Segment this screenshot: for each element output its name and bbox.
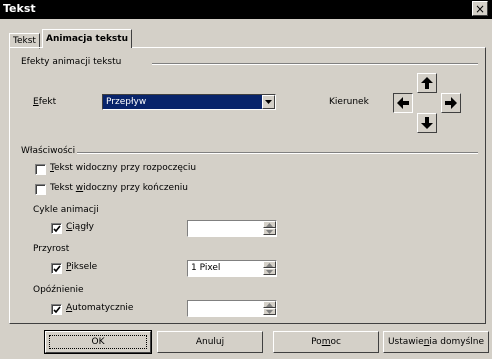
help-button[interactable]: Pomoc xyxy=(273,331,379,353)
visible-at-end-checkbox[interactable] xyxy=(35,184,46,195)
cancel-button[interactable]: Anuluj xyxy=(157,331,263,353)
spin-down-button[interactable] xyxy=(263,228,276,235)
effect-dropdown[interactable]: Przepływ xyxy=(102,94,276,110)
automatic-checkbox[interactable] xyxy=(51,304,62,315)
cycles-spin-field[interactable] xyxy=(187,220,277,237)
help-label: Pomoc xyxy=(311,337,341,347)
spin-down-button[interactable] xyxy=(263,308,276,315)
ok-button[interactable]: OK xyxy=(44,330,152,354)
effect-dropdown-value: Przepływ xyxy=(106,97,147,107)
direction-left-button[interactable] xyxy=(393,93,413,113)
pixels-checkbox[interactable] xyxy=(51,263,62,274)
properties-group-title: Właściwości xyxy=(21,146,76,156)
continuous-checkbox[interactable] xyxy=(51,223,62,234)
arrow-left-icon xyxy=(397,97,409,109)
increment-value: 1 Pixel xyxy=(191,263,221,273)
spin-up-icon xyxy=(266,263,273,267)
checkmark-icon xyxy=(53,225,61,233)
tab-animacja-tekstu[interactable]: Animacja tekstu xyxy=(42,29,132,48)
spin-up-button[interactable] xyxy=(263,301,276,308)
spin-up-button[interactable] xyxy=(263,261,276,268)
window-title: Tekst xyxy=(3,2,36,15)
arrow-down-icon xyxy=(421,117,433,129)
cancel-label: Anuluj xyxy=(195,337,225,347)
checkmark-icon xyxy=(53,265,61,273)
direction-up-button[interactable] xyxy=(417,73,437,93)
effects-separator xyxy=(152,63,478,65)
delay-title: Opóźnienie xyxy=(33,285,84,295)
spin-up-icon xyxy=(266,223,273,227)
spin-up-button[interactable] xyxy=(263,221,276,228)
reset-defaults-label: Ustawienia domyślne xyxy=(387,337,485,347)
pixels-label[interactable]: Piksele xyxy=(66,262,97,272)
reset-defaults-button[interactable]: Ustawienia domyślne xyxy=(383,331,489,353)
increment-title: Przyrost xyxy=(33,244,70,254)
direction-down-button[interactable] xyxy=(417,113,437,133)
arrow-right-icon xyxy=(445,97,457,109)
focus-rectangle xyxy=(49,335,147,349)
effects-group-title: Efekty animacji tekstu xyxy=(21,57,122,67)
continuous-label[interactable]: Ciągły xyxy=(66,222,94,232)
visible-at-start-label[interactable]: Tekst widoczny przy rozpoczęciu xyxy=(50,163,196,173)
properties-separator xyxy=(77,152,478,154)
arrow-up-icon xyxy=(421,77,433,89)
effect-label: Efekt xyxy=(33,97,57,107)
automatic-label[interactable]: Automatycznie xyxy=(66,303,133,313)
increment-spin-field[interactable]: 1 Pixel xyxy=(187,260,277,277)
visible-at-start-checkbox[interactable] xyxy=(35,164,46,175)
close-button[interactable]: × xyxy=(472,1,488,16)
animation-cycles-title: Cykle animacji xyxy=(33,205,99,215)
chevron-down-icon xyxy=(265,100,272,104)
delay-spin-field[interactable] xyxy=(187,300,277,317)
spin-down-button[interactable] xyxy=(263,268,276,275)
spin-up-icon xyxy=(266,303,273,307)
spin-down-icon xyxy=(266,230,273,234)
spin-down-icon xyxy=(266,270,273,274)
dropdown-arrow-button[interactable] xyxy=(262,95,275,109)
direction-label: Kierunek xyxy=(329,97,369,107)
spin-down-icon xyxy=(266,310,273,314)
visible-at-end-label[interactable]: Tekst widoczny przy kończeniu xyxy=(50,183,188,193)
direction-right-button[interactable] xyxy=(441,93,461,113)
checkmark-icon xyxy=(53,306,61,314)
title-bar: Tekst × xyxy=(0,0,492,19)
